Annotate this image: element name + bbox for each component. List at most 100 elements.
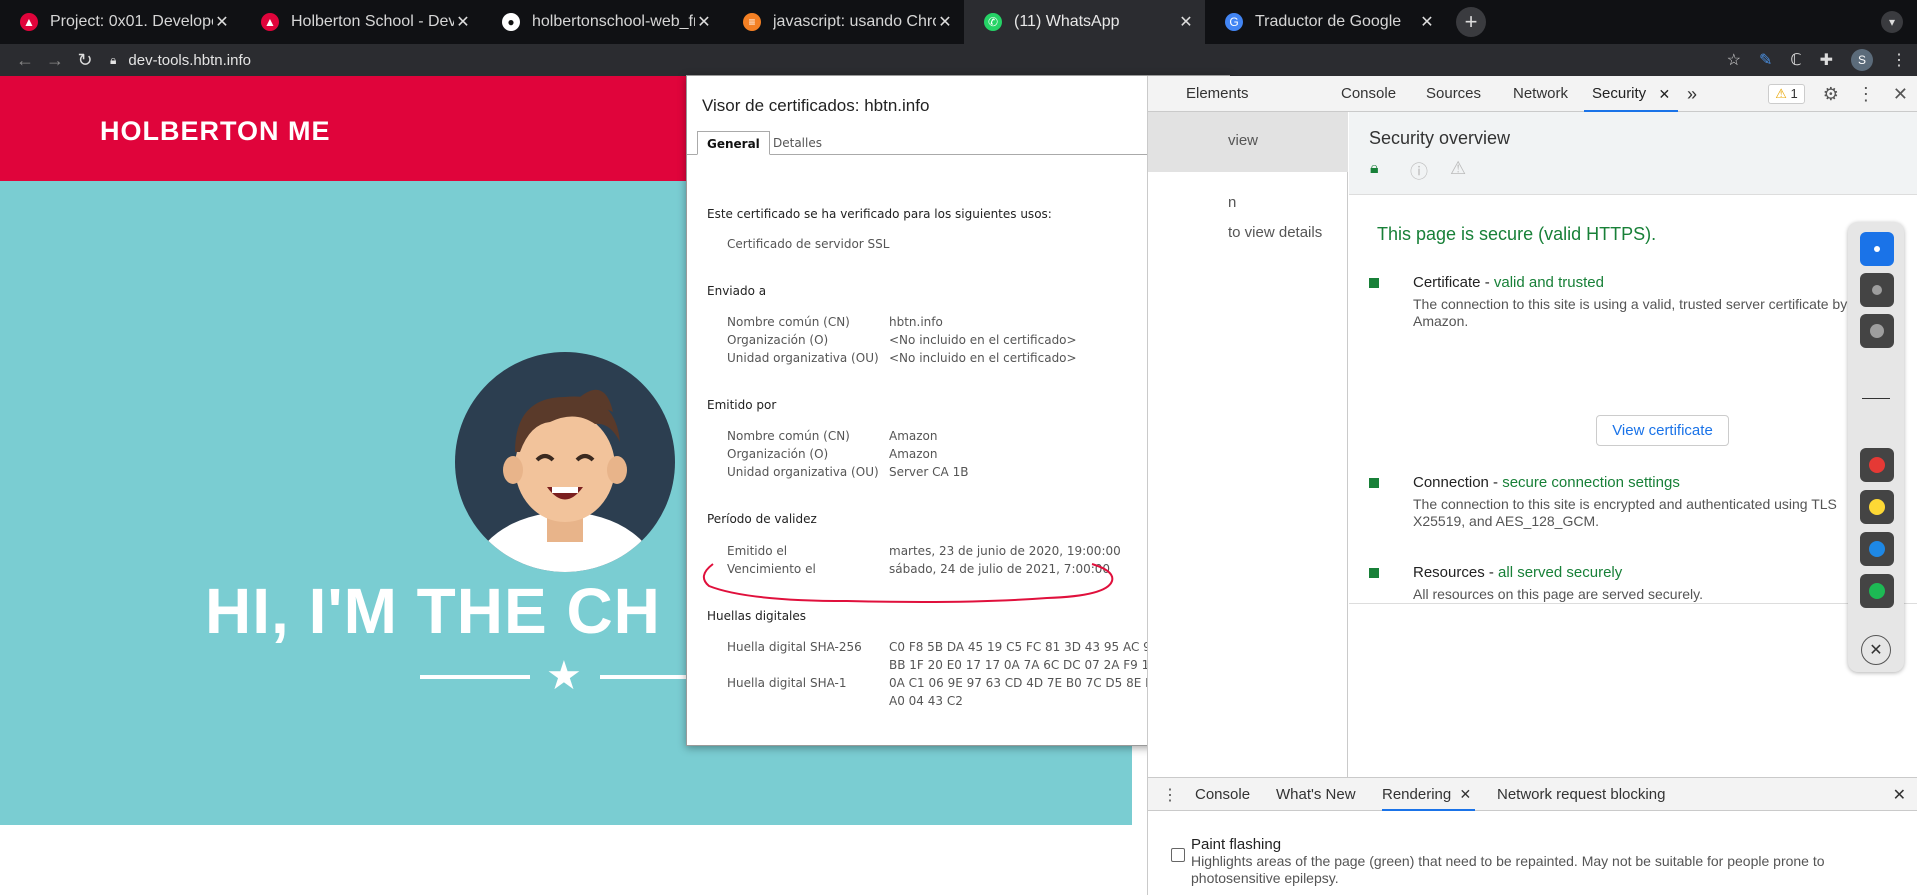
- close-icon[interactable]: ✕: [1658, 76, 1670, 112]
- close-icon[interactable]: ✕: [1893, 785, 1906, 805]
- extension-icon[interactable]: ℂ: [1790, 50, 1801, 70]
- new-tab-button[interactable]: +: [1456, 7, 1486, 37]
- holberton-icon: ▲: [20, 13, 38, 31]
- close-icon[interactable]: ✕: [1861, 635, 1891, 665]
- paint-flashing-checkbox[interactable]: [1171, 848, 1185, 862]
- field-label: Unidad organizativa (OU): [727, 465, 879, 479]
- kebab-menu-icon[interactable]: ⋮: [1857, 84, 1875, 105]
- avatar-illustration: [471, 389, 659, 572]
- tab-security-label: Security: [1592, 85, 1647, 102]
- usage-heading: Este certificado se ha verificado para l…: [707, 207, 1052, 221]
- usage-value: Certificado de servidor SSL: [727, 237, 890, 251]
- close-icon[interactable]: ✕: [213, 12, 231, 32]
- profile-avatar[interactable]: S: [1851, 49, 1873, 71]
- color-swatch[interactable]: [1860, 574, 1894, 608]
- star-icon[interactable]: ☆: [1727, 50, 1741, 70]
- item-label: Connection -: [1413, 474, 1503, 491]
- tab-title: holbertonschool-web_fron: [532, 13, 695, 30]
- dot-icon: [1869, 541, 1885, 557]
- close-icon[interactable]: ✕: [1177, 12, 1195, 32]
- browser-tab[interactable]: ▲ Project: 0x01. Developer to ✕: [0, 0, 241, 44]
- forward-icon[interactable]: →: [40, 50, 70, 71]
- pen-size-button[interactable]: [1860, 314, 1894, 348]
- paint-flashing-title: Paint flashing: [1191, 836, 1282, 853]
- close-icon[interactable]: ✕: [1893, 84, 1908, 105]
- validity-heading: Período de validez: [707, 512, 817, 526]
- pen-extension-icon[interactable]: ✎: [1759, 50, 1772, 70]
- field-value: Amazon: [889, 429, 938, 443]
- warning-icon: ⚠: [1450, 158, 1467, 178]
- paint-flashing-desc: Highlights areas of the page (green) tha…: [1191, 853, 1825, 886]
- status-square: [1369, 478, 1379, 488]
- divider: [420, 675, 530, 679]
- gear-icon[interactable]: ⚙: [1823, 84, 1839, 105]
- more-tabs-icon[interactable]: »: [1687, 76, 1697, 112]
- view-certificate-button[interactable]: View certificate: [1596, 415, 1729, 446]
- puzzle-icon[interactable]: ✚: [1820, 50, 1833, 70]
- reload-icon[interactable]: ↻: [70, 50, 100, 71]
- item-description: The connection to this site is encrypted…: [1413, 496, 1837, 529]
- item-label: Certificate -: [1413, 274, 1494, 291]
- field-value: <No incluido en el certificado>: [889, 351, 1077, 365]
- tab-network[interactable]: Network: [1513, 76, 1568, 112]
- browser-tab[interactable]: ▲ Holberton School - Develo ✕: [241, 0, 482, 44]
- browser-tab-active[interactable]: ✆ (11) WhatsApp ✕: [964, 0, 1205, 44]
- secure-message: This page is secure (valid HTTPS).: [1377, 224, 1657, 244]
- tab-general[interactable]: General: [697, 131, 770, 155]
- dot-icon: [1874, 246, 1880, 252]
- browser-tab[interactable]: ≡ javascript: usando Chrom ✕: [723, 0, 964, 44]
- drawer-tabs: ⋮ Console What's New Rendering ✕ Network…: [1148, 778, 1917, 811]
- menu-icon[interactable]: ⋮: [1891, 50, 1907, 70]
- close-icon[interactable]: ✕: [936, 12, 954, 32]
- drawer-tab-network-blocking[interactable]: Network request blocking: [1497, 778, 1665, 811]
- dot-icon: [1869, 499, 1885, 515]
- url-text[interactable]: dev-tools.hbtn.info: [128, 52, 251, 69]
- pen-size-button[interactable]: [1860, 273, 1894, 307]
- tab-title: javascript: usando Chrom: [773, 13, 936, 30]
- close-icon[interactable]: ✕: [454, 12, 472, 32]
- tab-details[interactable]: Detalles: [764, 131, 831, 155]
- field-value: Server CA 1B: [889, 465, 969, 479]
- back-icon[interactable]: ←: [10, 50, 40, 71]
- drawer-tab-whats-new[interactable]: What's New: [1276, 778, 1356, 811]
- stackoverflow-icon: ≡: [743, 13, 761, 31]
- sidebar-item-label: view: [1228, 132, 1259, 149]
- sidebar-item-overview[interactable]: view: [1148, 112, 1348, 172]
- drawer-tab-console[interactable]: Console: [1195, 778, 1250, 811]
- field-label: Organización (O): [727, 447, 829, 461]
- lock-icon[interactable]: 🔒︎: [110, 53, 116, 68]
- tab-console[interactable]: Console: [1341, 76, 1396, 112]
- tab-sources[interactable]: Sources: [1426, 76, 1481, 112]
- address-bar[interactable]: 🔒︎ dev-tools.hbtn.info: [110, 52, 251, 69]
- field-label: Organización (O): [727, 333, 829, 347]
- github-icon: ●: [502, 13, 520, 31]
- toolbar-actions: ☆ ✎ ℂ ✚ S ⋮: [1727, 44, 1907, 76]
- tab-security[interactable]: Security ✕: [1584, 76, 1679, 112]
- tab-title: Holberton School - Develo: [291, 13, 454, 30]
- sidebar-item-label[interactable]: n: [1228, 194, 1236, 211]
- browser-tab[interactable]: ● holbertonschool-web_fron ✕: [482, 0, 723, 44]
- close-icon[interactable]: ✕: [695, 12, 713, 32]
- whatsapp-icon: ✆: [984, 13, 1002, 31]
- tab-elements[interactable]: Elements: [1186, 76, 1249, 112]
- color-swatch[interactable]: [1860, 448, 1894, 482]
- site-brand[interactable]: HOLBERTON ME: [100, 116, 331, 147]
- browser-tab-strip: ▲ Project: 0x01. Developer to ✕ ▲ Holber…: [0, 0, 1917, 44]
- tab-title: (11) WhatsApp: [1014, 13, 1120, 30]
- close-icon[interactable]: ✕: [1418, 12, 1436, 32]
- drawer-tab-rendering[interactable]: Rendering ✕: [1382, 778, 1476, 811]
- field-value: Amazon: [889, 447, 938, 461]
- chevron-down-icon[interactable]: ▾: [1881, 11, 1903, 33]
- sidebar-item-label[interactable]: to view details: [1228, 224, 1322, 241]
- close-icon[interactable]: ✕: [1459, 778, 1471, 811]
- color-swatch[interactable]: [1860, 490, 1894, 524]
- issued-by-heading: Emitido por: [707, 398, 777, 412]
- devtools-tabs: Elements Console Sources Network Securit…: [1148, 76, 1917, 112]
- warning-count: 1: [1790, 86, 1798, 101]
- kebab-menu-icon[interactable]: ⋮: [1162, 785, 1178, 805]
- browser-tab[interactable]: G Traductor de Google ✕: [1205, 0, 1446, 44]
- warning-badge[interactable]: ⚠ 1: [1768, 84, 1805, 104]
- dot-icon: [1869, 457, 1885, 473]
- color-swatch[interactable]: [1860, 532, 1894, 566]
- color-swatch[interactable]: [1860, 232, 1894, 266]
